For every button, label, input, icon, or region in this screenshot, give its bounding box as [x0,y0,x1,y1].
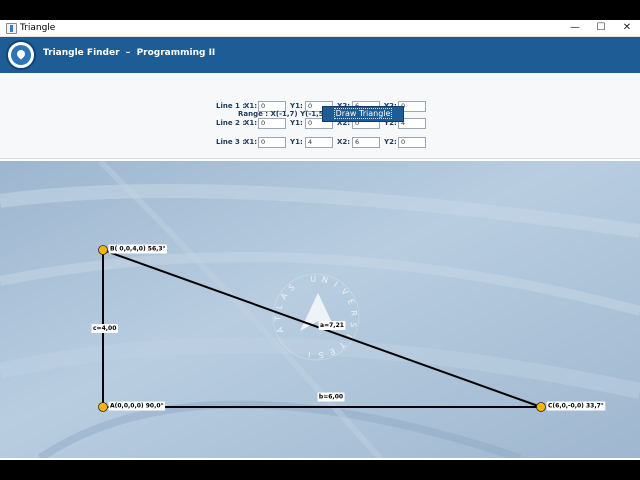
x1-label: X1: [244,119,258,127]
line-2-x1-input[interactable]: 0 [258,118,286,129]
y1-label: Y1: [290,138,303,146]
java-cup-icon [6,23,17,34]
window-title: Triangle [20,23,56,33]
minimize-button[interactable]: — [562,20,588,37]
line-label: Line 1 : [216,102,246,110]
y1-label: Y1: [290,102,303,110]
title-bar[interactable]: Triangle — ☐ ✕ [0,20,640,37]
svg-text:B( 0,0,4,0) 56,3°: B( 0,0,4,0) 56,3° [110,246,166,253]
x1-label: X1: [244,102,258,110]
side-label-c: c=4,00 [91,324,118,333]
university-logo-icon [6,40,36,70]
close-button[interactable]: ✕ [614,20,640,37]
app-window: Triangle — ☐ ✕ Triangle Finder – Program… [0,20,640,460]
x2-label: X2: [337,138,351,146]
range-text: Range : X(-1,7) Y(-1,5) [238,110,327,118]
x1-label: X1: [244,138,258,146]
svg-text:a=7,21: a=7,21 [320,322,344,329]
line-3-x2-input[interactable]: 6 [352,137,380,148]
vertex-C [536,402,546,412]
svg-text:A(0,0,0,0) 90,0°: A(0,0,0,0) 90,0° [110,403,164,410]
y2-label: Y2: [384,138,397,146]
line-3-y2-input[interactable]: 0 [398,137,426,148]
vertex-label-A: A(0,0,0,0) 90,0° [108,401,166,411]
side-label-b: b=6,00 [317,392,345,402]
line-3-y1-input[interactable]: 4 [305,137,333,148]
vertex-label-B: B( 0,0,4,0) 56,3° [108,244,168,254]
svg-text:b=6,00: b=6,00 [319,394,343,401]
draw-triangle-button[interactable]: Draw Triangle [322,106,404,122]
line-label: Line 3 : [216,138,246,146]
vertex-B [98,245,108,255]
watermark-char: U [310,274,317,283]
line-label: Line 2 : [216,119,246,127]
line-3-x1-input[interactable]: 0 [258,137,286,148]
watermark-char: T [273,316,282,322]
svg-text:c=4,00: c=4,00 [93,325,116,332]
app-header: Triangle Finder – Programming II [0,37,640,73]
triangle-plot: ATLAS U N IVERSITESI a=7,21b=6,00c=4,00A(0… [0,161,640,458]
maximize-button[interactable]: ☐ [588,20,614,37]
vertex-A [98,402,108,412]
side-label-a: a=7,21 [318,321,346,330]
y1-label: Y1: [290,119,303,127]
vertex-label-C: C(6,0,-0,0) 33,7° [546,401,606,411]
svg-text:C(6,0,-0,0) 33,7°: C(6,0,-0,0) 33,7° [548,403,604,410]
draw-triangle-button-label: Draw Triangle [333,108,393,119]
drawing-canvas: ATLAS UNIVERSITESI a=7,21 b=6,00 c=4,00 A(0… [0,161,640,458]
taskbar [0,460,640,480]
header-title: Triangle Finder – Programming II [43,48,216,58]
